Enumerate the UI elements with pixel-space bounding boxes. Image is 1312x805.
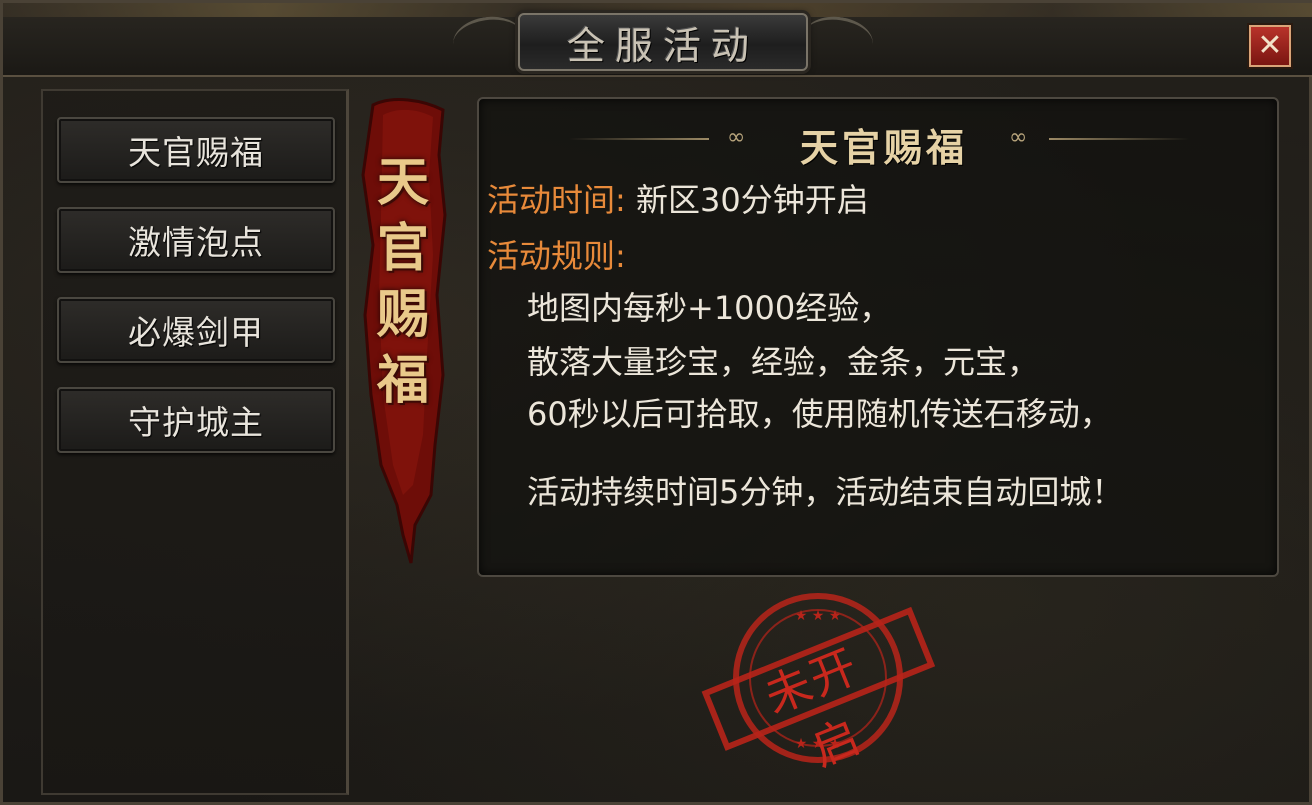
menu-item-label: 必爆剑甲 bbox=[128, 313, 264, 352]
menu-item-label: 守护城主 bbox=[128, 403, 264, 442]
detail-title: 天官赐福 bbox=[799, 125, 968, 170]
activity-window: 全服活动 ✕ 天官赐福 激情泡点 必爆剑甲 守护城主 天官赐福 ∞ 天官赐福 ∞… bbox=[0, 0, 1312, 805]
swirl-ornament-icon: ∞ bbox=[1009, 125, 1028, 150]
activity-time-value: 新区30分钟开启 bbox=[635, 181, 869, 219]
window-title: 全服活动 bbox=[566, 23, 759, 68]
menu-item-bibao-jianjia[interactable]: 必爆剑甲 bbox=[57, 297, 335, 363]
heading-divider-left bbox=[569, 138, 709, 140]
svg-text:★ ★ ★: ★ ★ ★ bbox=[795, 608, 842, 624]
menu-item-label: 天官赐福 bbox=[128, 133, 264, 172]
activity-time-row: 活动时间: 新区30分钟开启 bbox=[487, 175, 869, 221]
title-bar: 全服活动 ✕ bbox=[3, 3, 1312, 77]
status-stamp: ★ ★ ★ ★ ★ ★ 未开启 bbox=[693, 588, 943, 776]
activity-rules-row: 活动规则: bbox=[487, 231, 626, 277]
title-ornament-right bbox=[800, 12, 876, 68]
activity-banner: 天官赐福 bbox=[353, 95, 453, 565]
close-button[interactable]: ✕ bbox=[1247, 23, 1293, 69]
activity-menu: 天官赐福 激情泡点 必爆剑甲 守护城主 bbox=[41, 89, 349, 795]
activity-time-label: 活动时间: bbox=[487, 181, 626, 219]
menu-item-jiqing-paodian[interactable]: 激情泡点 bbox=[57, 207, 335, 273]
rule-line: 散落大量珍宝，经验，金条，元宝， bbox=[527, 343, 1040, 381]
rule-line: 60秒以后可拾取，使用随机传送石移动， bbox=[527, 395, 1112, 433]
swirl-ornament-icon: ∞ bbox=[727, 125, 746, 150]
menu-item-tianguan-cifu[interactable]: 天官赐福 bbox=[57, 117, 335, 183]
rule-line: 活动持续时间5分钟，活动结束自动回城！ bbox=[527, 473, 1124, 511]
menu-item-shouhu-chengzhu[interactable]: 守护城主 bbox=[57, 387, 335, 453]
close-icon: ✕ bbox=[1257, 28, 1283, 63]
heading-divider-right bbox=[1049, 138, 1189, 140]
rule-line: 地图内每秒+1000经验， bbox=[527, 289, 892, 327]
banner-title: 天官赐福 bbox=[376, 152, 429, 411]
title-ornament-left bbox=[450, 12, 526, 68]
activity-detail-panel: ∞ 天官赐福 ∞ 活动时间: 新区30分钟开启 活动规则: 地图内每秒+1000… bbox=[477, 97, 1279, 577]
detail-heading: ∞ 天官赐福 ∞ bbox=[479, 117, 1281, 170]
activity-rules-label: 活动规则: bbox=[487, 237, 626, 275]
menu-item-label: 激情泡点 bbox=[128, 223, 264, 262]
title-plaque: 全服活动 bbox=[518, 13, 808, 71]
